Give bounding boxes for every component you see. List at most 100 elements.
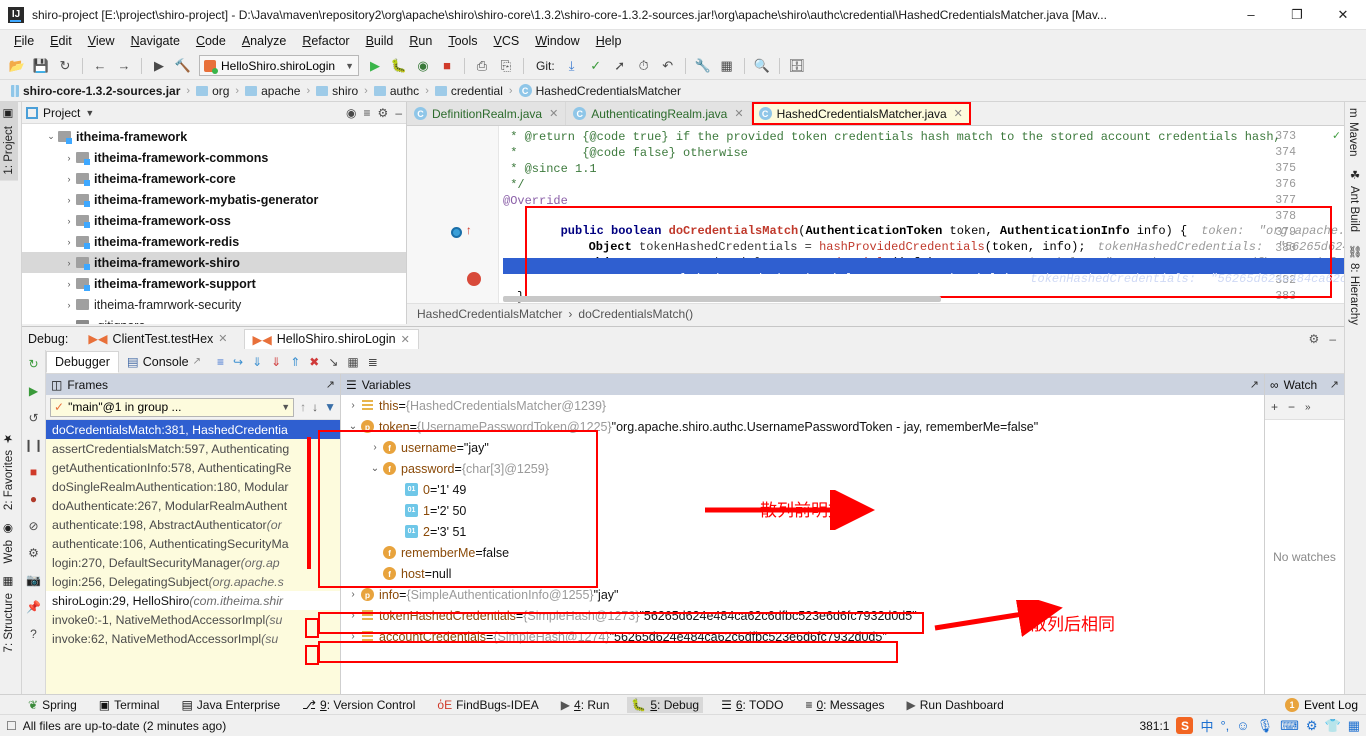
- frame-row[interactable]: doAuthenticate:267, ModularRealmAuthent: [46, 496, 340, 515]
- minimize-button[interactable]: –: [1228, 0, 1274, 30]
- gear-icon[interactable]: ⚙: [1309, 332, 1320, 346]
- project-structure-icon[interactable]: ▦: [716, 55, 738, 77]
- ime-menu-icon[interactable]: ▦: [1348, 718, 1360, 734]
- variable-row[interactable]: › this = {HashedCredentialsMatcher@1239}: [341, 395, 1264, 416]
- close-icon[interactable]: ✕: [734, 107, 743, 120]
- tree-item-itheima-framework-core[interactable]: › itheima-framework-core: [22, 168, 406, 189]
- frame-row[interactable]: authenticate:198, AbstractAuthenticator …: [46, 515, 340, 534]
- ime-keyboard-icon[interactable]: ⌨: [1280, 718, 1299, 734]
- frame-row[interactable]: assertCredentialsMatch:597, Authenticati…: [46, 439, 340, 458]
- twisty-icon[interactable]: ⌄: [367, 463, 383, 474]
- run-to-cursor-icon[interactable]: ▶: [148, 55, 170, 77]
- hide-pane-icon[interactable]: ↗: [326, 378, 335, 391]
- run-coverage-button[interactable]: ◉: [412, 55, 434, 77]
- tree-item-itheima-framework[interactable]: ⌄ itheima-framework: [22, 126, 406, 147]
- editor-gutter[interactable]: [407, 126, 499, 303]
- menu-help[interactable]: Help: [588, 32, 630, 50]
- gear-icon[interactable]: ⚙: [378, 106, 389, 120]
- hide-panel-icon[interactable]: –: [395, 106, 402, 120]
- open-folder-icon[interactable]: 📂: [6, 55, 28, 77]
- menu-tools[interactable]: Tools: [440, 32, 485, 50]
- twisty-icon[interactable]: ›: [62, 258, 76, 268]
- twisty-icon[interactable]: ›: [62, 300, 76, 310]
- frame-down-icon[interactable]: ↓: [312, 400, 318, 414]
- twisty-icon[interactable]: ⌄: [345, 421, 361, 432]
- menu-run[interactable]: Run: [401, 32, 440, 50]
- run-button[interactable]: ▶: [364, 55, 386, 77]
- editor-tab-hashedcredentialsmatcher-java[interactable]: C HashedCredentialsMatcher.java ✕: [751, 102, 971, 125]
- show-execution-point-icon[interactable]: ≡: [217, 355, 224, 369]
- sogou-ime-icon[interactable]: S: [1176, 717, 1194, 734]
- frame-row[interactable]: getAuthenticationInfo:578, Authenticatin…: [46, 458, 340, 477]
- menu-refactor[interactable]: Refactor: [294, 32, 357, 50]
- breadcrumb-method[interactable]: doCredentialsMatch(): [578, 307, 693, 321]
- variable-row[interactable]: f rememberMe = false: [341, 542, 1264, 563]
- camera-icon[interactable]: 📷: [25, 571, 43, 589]
- build-hammer-icon[interactable]: 🔨: [172, 55, 194, 77]
- close-icon[interactable]: ✕: [954, 107, 963, 120]
- sync-refresh-icon[interactable]: ↻: [54, 55, 76, 77]
- step-out-icon[interactable]: ⇑: [290, 355, 300, 369]
- ime-voice-icon[interactable]: 🎙: [1257, 718, 1274, 734]
- breadcrumb-hashedcredentialsmatcher[interactable]: C HashedCredentialsMatcher: [514, 84, 686, 98]
- debug-session-tab-helloshiro[interactable]: ▶◀ HelloShiro.shiroLogin ✕: [243, 328, 419, 349]
- bottom-tool-terminal[interactable]: ▣ Terminal: [95, 697, 164, 713]
- menu-vcs[interactable]: VCS: [486, 32, 528, 50]
- variable-row[interactable]: › tokenHashedCredentials = {SimpleHash@12…: [341, 605, 1264, 626]
- tool-tab-8--hierarchy[interactable]: ⛓ 8: Hierarchy: [1345, 238, 1363, 331]
- twisty-icon[interactable]: ›: [345, 610, 361, 621]
- twisty-icon[interactable]: ›: [62, 153, 76, 163]
- bottom-tool-9--version-control[interactable]: ⎇ 9: Version Control: [298, 697, 419, 713]
- tree-item-itheima-framework-mybatis-generator[interactable]: › itheima-framework-mybatis-generator: [22, 189, 406, 210]
- ime-chinese-icon[interactable]: 中: [1200, 716, 1213, 735]
- tree-item-itheima-framework-support[interactable]: › itheima-framework-support: [22, 273, 406, 294]
- frame-row[interactable]: shiroLogin:29, HelloShiro (com.itheima.s…: [46, 591, 340, 610]
- run-configuration-selector[interactable]: HelloShiro.shiroLogin ▼: [199, 55, 359, 76]
- variable-row[interactable]: › p info = {SimpleAuthenticationInfo@1255}…: [341, 584, 1264, 605]
- menu-analyze[interactable]: Analyze: [234, 32, 294, 50]
- code-editor[interactable]: 373 374 375 376 377 378 379 380 381 382 …: [407, 126, 1344, 303]
- locate-target-icon[interactable]: ◉: [346, 106, 356, 120]
- event-log-label[interactable]: Event Log: [1304, 698, 1358, 712]
- update-app-icon[interactable]: ⎘: [495, 55, 517, 77]
- twisty-icon[interactable]: ›: [62, 237, 76, 247]
- bottom-tool-4--run[interactable]: ▶ 4: Run: [557, 697, 614, 713]
- twisty-icon[interactable]: ›: [345, 400, 361, 411]
- ime-toolbox-icon[interactable]: ⚙: [1306, 718, 1318, 734]
- tree-item-itheima-framework-oss[interactable]: › itheima-framework-oss: [22, 210, 406, 231]
- bottom-tool-5--debug[interactable]: 🐛 5: Debug: [627, 696, 704, 713]
- tool-tab-maven[interactable]: m Maven: [1345, 102, 1361, 162]
- twisty-icon[interactable]: ⌄: [44, 131, 58, 142]
- variable-row[interactable]: › accountCredentials = {SimpleHash@1274} …: [341, 626, 1264, 647]
- ime-punctuation-icon[interactable]: °,: [1220, 718, 1229, 733]
- pin-icon[interactable]: 📌: [25, 598, 43, 616]
- close-icon[interactable]: ✕: [218, 332, 227, 345]
- back-arrow-icon[interactable]: ←: [89, 55, 111, 77]
- close-icon[interactable]: ✕: [401, 333, 410, 346]
- forward-arrow-icon[interactable]: →: [113, 55, 135, 77]
- chevron-down-icon[interactable]: ▼: [85, 108, 94, 118]
- variable-row[interactable]: › f username = "jay": [341, 437, 1264, 458]
- tab-debugger[interactable]: Debugger: [46, 350, 119, 373]
- breadcrumb-shiro[interactable]: shiro: [311, 84, 363, 98]
- breadcrumb-authc[interactable]: authc: [369, 84, 424, 98]
- force-step-into-icon[interactable]: ⇓: [271, 355, 281, 369]
- breadcrumb-class[interactable]: HashedCredentialsMatcher: [417, 307, 562, 321]
- breadcrumb-shiro-core-1-3-2-sources-jar[interactable]: shiro-core-1.3.2-sources.jar: [6, 84, 185, 98]
- menu-code[interactable]: Code: [188, 32, 234, 50]
- evaluate-expression-icon[interactable]: ▦: [347, 355, 358, 369]
- menu-edit[interactable]: Edit: [42, 32, 80, 50]
- frame-row[interactable]: invoke:62, NativeMethodAccessorImpl (su: [46, 629, 340, 648]
- breadcrumb-credential[interactable]: credential: [430, 84, 508, 98]
- ime-skin-icon[interactable]: 👕: [1325, 718, 1341, 734]
- resume-program-icon[interactable]: ▶: [25, 382, 43, 400]
- frame-row[interactable]: login:256, DelegatingSubject (org.apache…: [46, 572, 340, 591]
- editor-tab-authenticatingrealm-java[interactable]: C AuthenticatingRealm.java ✕: [566, 102, 752, 125]
- tool-tab-web[interactable]: Web ◉: [0, 516, 18, 569]
- variable-row[interactable]: f host = null: [341, 563, 1264, 584]
- tree-item-itheima-framework-redis[interactable]: › itheima-framework-redis: [22, 231, 406, 252]
- tree-item-itheima-framework-commons[interactable]: › itheima-framework-commons: [22, 147, 406, 168]
- database-icon[interactable]: 🗄: [786, 55, 808, 77]
- frame-row[interactable]: login:270, DefaultSecurityManager (org.a…: [46, 553, 340, 572]
- add-watch-icon[interactable]: +: [1271, 400, 1278, 414]
